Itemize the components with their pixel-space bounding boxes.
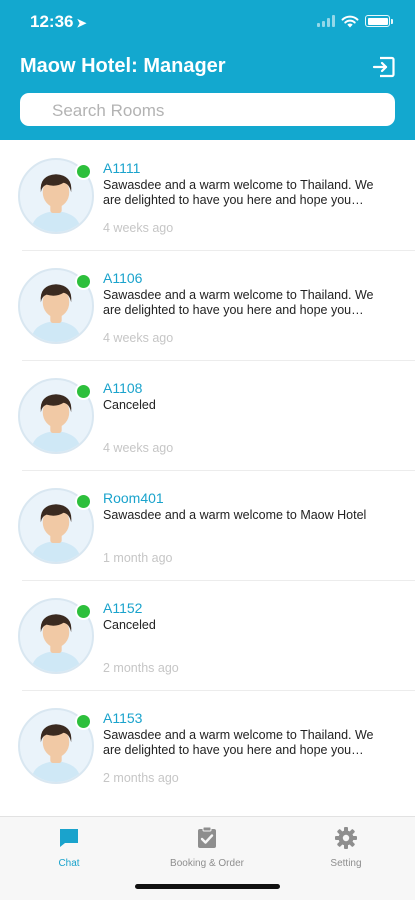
chat-timestamp: 4 weeks ago [103, 441, 174, 455]
chat-timestamp: 2 months ago [103, 661, 179, 675]
chat-message-preview: Sawasdee and a warm welcome to Thailand.… [103, 728, 374, 757]
cellular-signal-icon [317, 15, 335, 27]
chat-timestamp: 4 weeks ago [103, 331, 174, 345]
tab-chat[interactable]: Chat [0, 826, 138, 869]
logout-icon [372, 56, 395, 78]
chat-row[interactable]: A1106 Sawasdee and a warm welcome to Tha… [0, 251, 415, 361]
search-input[interactable] [50, 93, 369, 128]
tab-booking-order[interactable]: Booking & Order [138, 826, 276, 869]
status-bar: 12:36 ➤ [0, 0, 415, 44]
tab-label: Chat [58, 858, 80, 869]
battery-cap [391, 18, 393, 24]
status-time: 12:36 ➤ [30, 12, 87, 32]
chat-message-preview: Canceled [103, 618, 156, 632]
logout-button[interactable] [371, 54, 397, 80]
home-indicator [135, 884, 280, 889]
online-status-indicator [75, 493, 92, 510]
chat-room-name: A1152 [103, 600, 143, 616]
chat-message-preview: Sawasdee and a warm welcome to Thailand.… [103, 288, 374, 317]
chat-row[interactable]: A1111 Sawasdee and a warm welcome to Tha… [0, 141, 415, 251]
chat-room-name: A1153 [103, 710, 143, 726]
chat-bubble-icon [60, 829, 78, 847]
chat-row[interactable]: Room401 Sawasdee and a warm welcome to M… [0, 471, 415, 581]
online-status-indicator [75, 273, 92, 290]
app-header: 12:36 ➤ Maow Hotel: Manager [0, 0, 415, 140]
battery-icon [365, 15, 390, 27]
chat-timestamp: 2 months ago [103, 771, 179, 785]
wifi-icon [341, 15, 359, 28]
tab-setting[interactable]: Setting [277, 826, 415, 869]
tab-label: Booking & Order [170, 858, 244, 869]
status-time-text: 12:36 [30, 12, 74, 31]
chat-row[interactable]: A1152 Canceled 2 months ago [0, 581, 415, 691]
chat-room-name: Room401 [103, 490, 164, 506]
location-arrow-icon: ➤ [76, 16, 87, 30]
page-title: Maow Hotel: Manager [20, 55, 226, 77]
chat-room-name: A1108 [103, 380, 143, 396]
chat-room-name: A1111 [103, 160, 141, 176]
tab-label: Setting [330, 858, 362, 869]
chat-timestamp: 4 weeks ago [103, 221, 174, 235]
online-status-indicator [75, 603, 92, 620]
chat-message-preview: Sawasdee and a warm welcome to Maow Hote… [103, 508, 367, 522]
chat-timestamp: 1 month ago [103, 551, 173, 565]
chat-row[interactable]: A1153 Sawasdee and a warm welcome to Tha… [0, 691, 415, 801]
chat-row[interactable]: A1108 Canceled 4 weeks ago [0, 361, 415, 471]
status-icons [317, 14, 393, 28]
chat-list: A1111 Sawasdee and a warm welcome to Tha… [0, 141, 415, 801]
online-status-indicator [75, 383, 92, 400]
gear-icon [335, 827, 357, 849]
chat-room-name: A1106 [103, 270, 143, 286]
online-status-indicator [75, 713, 92, 730]
clipboard-check-icon [198, 826, 216, 848]
chat-message-preview: Canceled [103, 398, 156, 412]
chat-message-preview: Sawasdee and a warm welcome to Thailand.… [103, 178, 374, 207]
search-bar[interactable] [20, 93, 395, 128]
online-status-indicator [75, 163, 92, 180]
